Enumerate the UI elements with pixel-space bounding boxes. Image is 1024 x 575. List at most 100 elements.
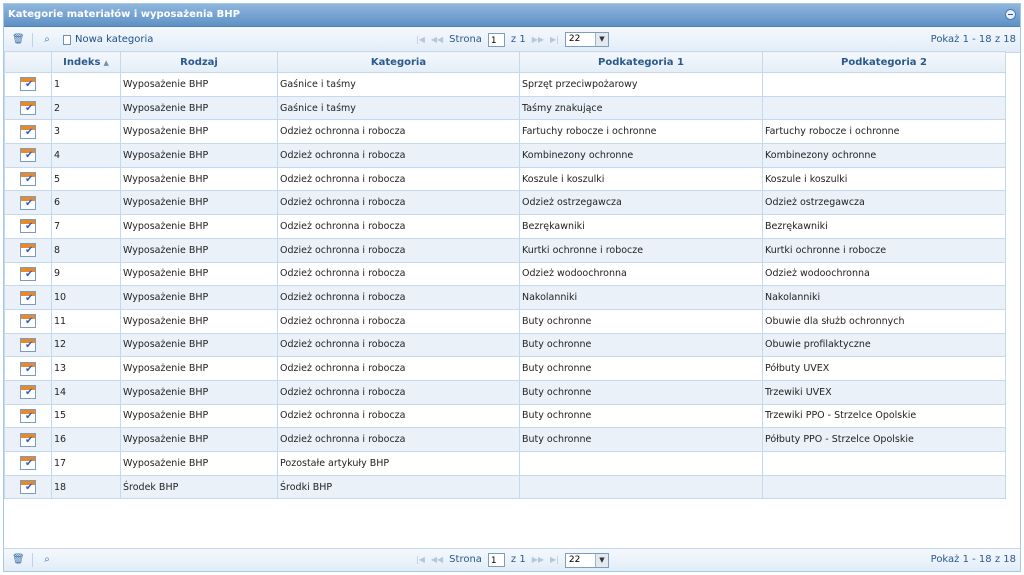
page-label: Strona <box>449 34 482 45</box>
table-row[interactable]: 18Środek BHPŚrodki BHP <box>4 474 1006 500</box>
cell-indeks: 16 <box>51 427 121 452</box>
page-of-label: z 1 <box>510 554 526 565</box>
page-label: Strona <box>449 554 482 565</box>
prev-page-icon[interactable]: ◀◀ <box>431 35 443 44</box>
table-row[interactable]: 16Wyposażenie BHPOdzież ochronna i roboc… <box>4 427 1006 452</box>
edit-row-icon[interactable] <box>20 124 36 139</box>
top-toolbar: 🗑 ⌕ Nowa kategoria |◀ ◀◀ Strona 1 z 1 ▶▶… <box>4 27 1020 53</box>
cell-indeks: 3 <box>51 119 121 145</box>
panel-title-text: Kategorie materiałów i wyposażenia BHP <box>8 9 240 20</box>
edit-row-icon[interactable] <box>20 148 36 163</box>
delete-button[interactable]: 🗑 <box>8 31 28 49</box>
chevron-down-icon: ▼ <box>594 553 608 567</box>
cell-podkategoria-2: Półbuty PPO - Strzelce Opolskie <box>762 427 1006 452</box>
cell-podkategoria-2: Trzewiki UVEX <box>762 379 1006 405</box>
last-page-icon[interactable]: ▶| <box>550 35 559 44</box>
edit-row-icon[interactable] <box>20 456 36 471</box>
cell-podkategoria-2: Odzież ostrzegawcza <box>762 190 1006 216</box>
cell-podkategoria-1 <box>519 474 763 500</box>
trash-icon: 🗑 <box>12 554 25 565</box>
header-podkategoria-1[interactable]: Podkategoria 1 <box>519 51 763 73</box>
chevron-down-icon: ▼ <box>594 33 608 46</box>
edit-row-icon[interactable] <box>20 195 36 210</box>
edit-row-icon[interactable] <box>20 266 36 281</box>
table-row[interactable]: 13Wyposażenie BHPOdzież ochronna i roboc… <box>4 356 1006 381</box>
table-row[interactable]: 2Wyposażenie BHPGaśnice i taśmyTaśmy zna… <box>4 95 1006 121</box>
next-page-icon[interactable]: ▶▶ <box>532 35 544 44</box>
edit-row-icon[interactable] <box>20 385 36 400</box>
edit-row-icon[interactable] <box>20 337 36 352</box>
edit-row-icon[interactable] <box>20 361 36 376</box>
new-category-button[interactable]: Nowa kategoria <box>59 31 157 49</box>
page-input[interactable]: 1 <box>487 553 505 567</box>
cell-rodzaj: Wyposażenie BHP <box>120 308 278 334</box>
prev-page-icon[interactable]: ◀◀ <box>431 549 443 571</box>
page-input[interactable]: 1 <box>487 32 505 47</box>
table-row[interactable]: 3Wyposażenie BHPOdzież ochronna i robocz… <box>4 119 1006 145</box>
table-row[interactable]: 7Wyposażenie BHPOdzież ochronna i robocz… <box>4 214 1006 239</box>
bottom-toolbar: 🗑 ⌕ |◀ ◀◀ Strona 1 z 1 ▶▶ ▶| 22 ▼ Pokaż … <box>4 548 1020 571</box>
cell-kategoria: Gaśnice i taśmy <box>277 95 520 121</box>
table-row[interactable]: 5Wyposażenie BHPOdzież ochronna i robocz… <box>4 166 1006 192</box>
row-action-cell <box>4 403 52 429</box>
edit-row-icon[interactable] <box>20 172 36 187</box>
cell-podkategoria-1: Buty ochronne <box>519 356 763 381</box>
edit-row-icon[interactable] <box>20 290 36 305</box>
edit-row-icon[interactable] <box>20 408 36 423</box>
table-row[interactable]: 12Wyposażenie BHPOdzież ochronna i roboc… <box>4 332 1006 358</box>
cell-podkategoria-1: Buty ochronne <box>519 427 763 452</box>
table-row[interactable]: 17Wyposażenie BHPPozostałe artykuły BHP <box>4 451 1006 476</box>
table-row[interactable]: 4Wyposażenie BHPOdzież ochronna i robocz… <box>4 143 1006 168</box>
cell-indeks: 2 <box>51 95 121 121</box>
header-indeks[interactable]: Indeks ▲ <box>51 51 121 73</box>
pager-top: |◀ ◀◀ Strona 1 z 1 ▶▶ ▶| 22 ▼ <box>416 27 609 52</box>
edit-row-icon[interactable] <box>20 314 36 329</box>
pager-bottom: |◀ ◀◀ Strona 1 z 1 ▶▶ ▶| 22 ▼ <box>416 549 609 571</box>
cell-kategoria: Odzież ochronna i robocza <box>277 356 520 381</box>
table-row[interactable]: 14Wyposażenie BHPOdzież ochronna i roboc… <box>4 379 1006 405</box>
grid-panel: Kategorie materiałów i wyposażenia BHP 🗑… <box>3 3 1021 572</box>
rows-per-page-select[interactable]: 22 ▼ <box>564 552 609 568</box>
next-page-icon[interactable]: ▶▶ <box>532 549 544 571</box>
row-action-cell <box>4 261 52 287</box>
table-row[interactable]: 9Wyposażenie BHPOdzież ochronna i robocz… <box>4 261 1006 287</box>
header-kategoria[interactable]: Kategoria <box>277 51 520 73</box>
edit-row-icon[interactable] <box>20 480 36 495</box>
cell-kategoria: Odzież ochronna i robocza <box>277 143 520 168</box>
cell-rodzaj: Wyposażenie BHP <box>120 403 278 429</box>
row-action-cell <box>4 143 52 168</box>
row-action-cell <box>4 190 52 216</box>
edit-row-icon[interactable] <box>20 432 36 447</box>
table-row[interactable]: 15Wyposażenie BHPOdzież ochronna i roboc… <box>4 403 1006 429</box>
cell-rodzaj: Wyposażenie BHP <box>120 72 278 97</box>
row-action-cell <box>4 72 52 97</box>
cell-indeks: 17 <box>51 451 121 476</box>
cell-indeks: 6 <box>51 190 121 216</box>
first-page-icon[interactable]: |◀ <box>416 35 425 44</box>
edit-row-icon[interactable] <box>20 219 36 234</box>
cell-rodzaj: Wyposażenie BHP <box>120 261 278 287</box>
last-page-icon[interactable]: ▶| <box>550 549 559 571</box>
table-row[interactable]: 1Wyposażenie BHPGaśnice i taśmySprzęt pr… <box>4 72 1006 97</box>
edit-row-icon[interactable] <box>20 101 36 116</box>
header-podkategoria-2[interactable]: Podkategoria 2 <box>762 51 1006 73</box>
header-rodzaj[interactable]: Rodzaj <box>120 51 278 73</box>
cell-indeks: 12 <box>51 332 121 358</box>
table-row[interactable]: 11Wyposażenie BHPOdzież ochronna i roboc… <box>4 308 1006 334</box>
rows-per-page-select[interactable]: 22 ▼ <box>564 32 609 47</box>
cell-rodzaj: Wyposażenie BHP <box>120 356 278 381</box>
cell-podkategoria-2 <box>762 72 1006 97</box>
edit-row-icon[interactable] <box>20 243 36 258</box>
cell-podkategoria-1: Koszule i koszulki <box>519 166 763 192</box>
records-info: Pokaż 1 - 18 z 18 <box>930 554 1016 565</box>
collapse-icon[interactable] <box>1005 9 1016 20</box>
search-button[interactable]: ⌕ <box>37 31 57 49</box>
table-row[interactable]: 8Wyposażenie BHPOdzież ochronna i robocz… <box>4 237 1006 263</box>
edit-row-icon[interactable] <box>20 77 36 92</box>
table-row[interactable]: 10Wyposażenie BHPOdzież ochronna i roboc… <box>4 285 1006 310</box>
search-button-bottom[interactable]: ⌕ <box>37 551 57 569</box>
table-row[interactable]: 6Wyposażenie BHPOdzież ochronna i robocz… <box>4 190 1006 216</box>
cell-indeks: 9 <box>51 261 121 287</box>
delete-button-bottom[interactable]: 🗑 <box>8 551 28 569</box>
first-page-icon[interactable]: |◀ <box>416 549 425 571</box>
